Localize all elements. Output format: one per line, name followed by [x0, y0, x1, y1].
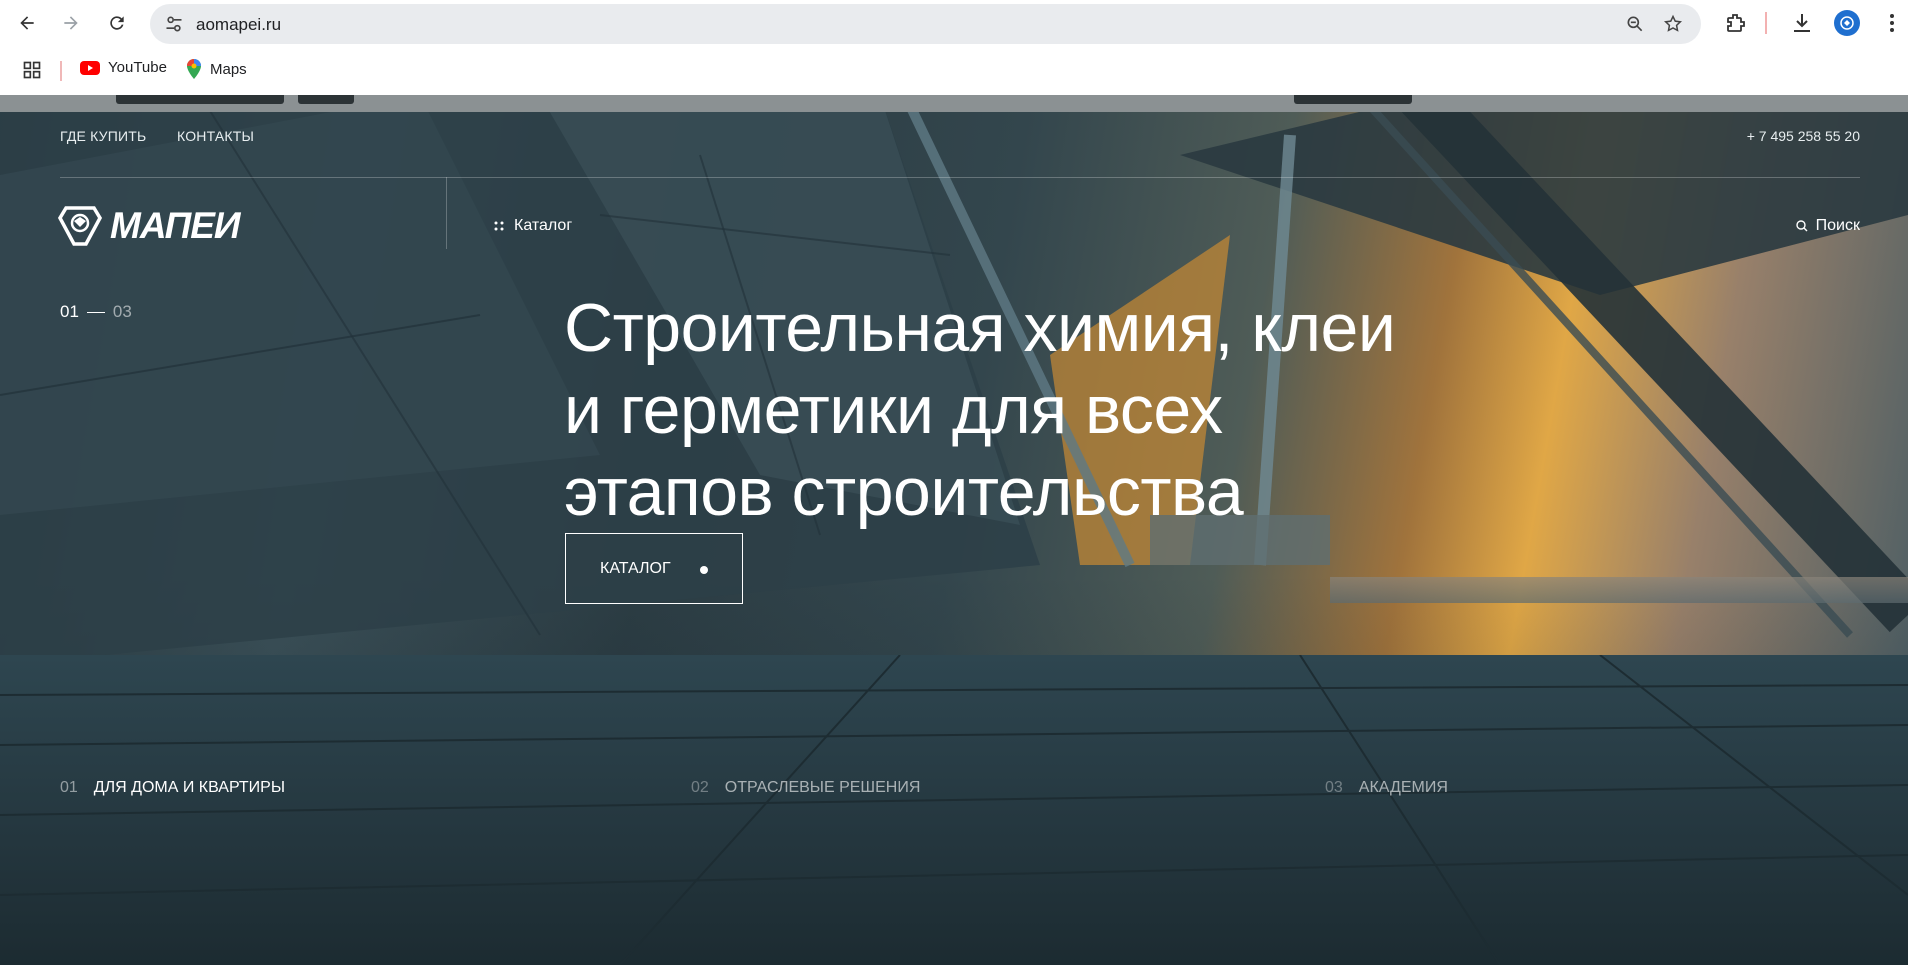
slide-total: 03	[112, 302, 132, 321]
headline-line: и герметики для всех	[564, 372, 1223, 448]
site-info-icon[interactable]	[164, 14, 184, 34]
phone-number[interactable]: + 7 495 258 55 20	[1747, 128, 1860, 144]
floor-tiles	[0, 655, 1908, 965]
maps-icon	[187, 59, 201, 79]
youtube-icon	[80, 60, 100, 75]
bookmark-label: YouTube	[108, 59, 167, 76]
address-bar[interactable]: aomapei.ru	[150, 4, 1701, 44]
url-text[interactable]: aomapei.ru	[196, 15, 281, 35]
search-link[interactable]: Поиск	[1795, 217, 1860, 235]
contacts-link[interactable]: КОНТАКТЫ	[177, 128, 254, 144]
hero-headline: Строительная химия, клеи и герметики для…	[564, 287, 1464, 533]
profile-avatar[interactable]	[1834, 10, 1860, 36]
bottom-nav-industry[interactable]: 02 ОТРАСЛЕВЫЕ РЕШЕНИЯ	[691, 779, 920, 797]
toolbar-divider	[1765, 12, 1767, 34]
apps-grid-icon[interactable]	[22, 60, 42, 80]
hero-section: ГДЕ КУПИТЬ КОНТАКТЫ + 7 495 258 55 20 МА…	[0, 95, 1908, 965]
bottom-nav-label: ДЛЯ ДОМА И КВАРТИРЫ	[93, 779, 285, 796]
extensions-icon[interactable]	[1724, 11, 1748, 35]
bookmarks-divider	[60, 61, 62, 81]
bottom-nav-number: 01	[60, 779, 78, 796]
partial-top-strip	[0, 95, 1908, 112]
profile-logo-icon	[1840, 16, 1854, 30]
bookmark-label: Maps	[210, 60, 247, 78]
search-icon	[1795, 220, 1808, 232]
grid-dots-icon	[494, 221, 504, 231]
header-divider	[60, 177, 1860, 178]
download-icon[interactable]	[1790, 11, 1814, 35]
cta-dot-icon	[700, 566, 708, 574]
where-to-buy-link[interactable]: ГДЕ КУПИТЬ	[60, 128, 146, 144]
bottom-nav-label: АКАДЕМИЯ	[1358, 779, 1448, 796]
catalog-link-label: Каталог	[514, 217, 573, 234]
horizon-band	[1330, 577, 1908, 603]
forward-button[interactable]	[56, 8, 86, 38]
bookmark-maps[interactable]: Maps	[186, 59, 247, 79]
browser-toolbar: aomapei.ru	[0, 0, 1908, 46]
headline-line: этапов строительства	[564, 454, 1244, 530]
mapei-emblem-icon	[58, 206, 102, 246]
back-button[interactable]	[12, 8, 42, 38]
bookmarks-bar: YouTube Maps	[0, 52, 1908, 88]
back-arrow-icon	[20, 16, 34, 30]
reload-button[interactable]	[102, 8, 132, 38]
reload-icon	[110, 16, 124, 30]
bottom-nav-home[interactable]: 01 ДЛЯ ДОМА И КВАРТИРЫ	[60, 779, 285, 797]
logo-divider	[446, 177, 447, 249]
logo-wordmark: МАПЕИ	[110, 205, 241, 246]
mapei-logo[interactable]: МАПЕИ	[58, 205, 241, 247]
counter-dash	[86, 311, 105, 313]
forward-arrow-icon	[64, 16, 78, 30]
zoom-icon[interactable]	[1625, 14, 1645, 34]
bottom-nav-academy[interactable]: 03 АКАДЕМИЯ	[1325, 779, 1448, 797]
headline-line: Строительная химия, клеи	[564, 290, 1396, 366]
cta-label: КАТАЛОГ	[600, 559, 671, 577]
browser-chrome: aomapei.ru YouTube Maps	[0, 0, 1908, 95]
catalog-cta-button[interactable]: КАТАЛОГ	[565, 533, 743, 604]
catalog-menu-link[interactable]: Каталог	[494, 217, 572, 235]
bottom-nav-number: 03	[1325, 779, 1343, 796]
slide-current: 01	[60, 302, 79, 321]
menu-kebab-icon[interactable]	[1880, 11, 1904, 35]
search-link-label: Поиск	[1815, 217, 1860, 234]
slide-counter: 01 03	[60, 302, 132, 322]
bookmark-youtube[interactable]: YouTube	[80, 59, 167, 76]
bottom-nav-label: ОТРАСЛЕВЫЕ РЕШЕНИЯ	[724, 779, 921, 796]
bookmark-star-icon[interactable]	[1663, 14, 1683, 34]
bottom-nav-number: 02	[691, 779, 709, 796]
